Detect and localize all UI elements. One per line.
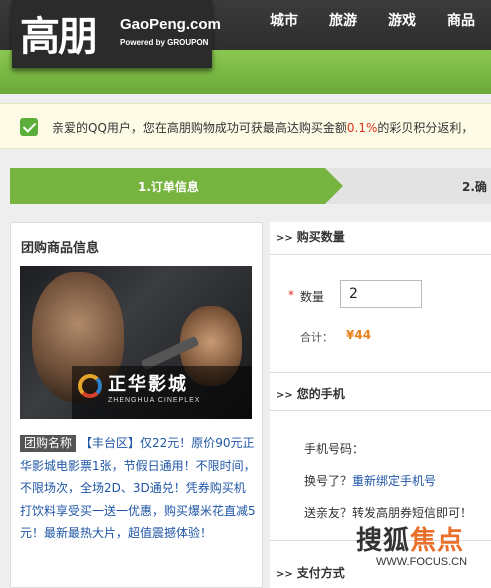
logo-english-text: GaoPeng.com bbox=[120, 16, 221, 33]
logo-chinese-text: 高朋 bbox=[20, 14, 98, 60]
watermark-sohu: 搜狐 bbox=[356, 526, 411, 556]
deal-name-tag: 团购名称 bbox=[20, 435, 77, 452]
nav-item-games[interactable]: 游戏 bbox=[388, 10, 447, 30]
main-nav: 城市 旅游 游戏 商品 bbox=[270, 10, 491, 30]
phone-number-label: 手机号码： bbox=[304, 442, 365, 456]
section-arrows: >> bbox=[276, 569, 293, 580]
divider bbox=[270, 372, 491, 373]
step-1-label: 1.订单信息 bbox=[138, 180, 199, 194]
step-arrow bbox=[325, 168, 343, 204]
divider bbox=[270, 410, 491, 411]
gift-hint: 送亲友？转发高朋券短信即可！ bbox=[304, 506, 473, 520]
deal-info-panel: 团购商品信息 正华影城 ZHENGHUA CINEPLEX 团购名称 【丰台区】仅… bbox=[10, 222, 263, 588]
section-arrows: >> bbox=[276, 390, 293, 401]
required-star: * bbox=[288, 288, 294, 302]
notice-text: 亲爱的QQ用户，您在高朋购物成功可获最高达购买金额0.1%的彩贝积分返利， bbox=[52, 119, 473, 136]
phone-section-label: 您的手机 bbox=[296, 387, 345, 401]
section-arrows: >> bbox=[276, 233, 293, 244]
divider bbox=[270, 254, 491, 255]
cinema-logo-icon bbox=[78, 374, 102, 398]
focus-watermark: 搜狐焦点 WWW.FOCUS.CN bbox=[356, 520, 488, 580]
nav-item-travel[interactable]: 旅游 bbox=[329, 10, 388, 30]
logo-powered-by: Powered by GROUPON bbox=[120, 38, 209, 47]
notice-text-after: 的彩贝积分返利， bbox=[377, 121, 474, 135]
total-label: 合计： bbox=[300, 331, 333, 344]
notice-text-before: 亲爱的QQ用户，您在高朋购物成功可获最高达购买金额 bbox=[52, 121, 347, 135]
movie-poster-image[interactable]: 正华影城 ZHENGHUA CINEPLEX bbox=[20, 266, 252, 419]
quantity-label: 数量 bbox=[300, 290, 325, 304]
quantity-input[interactable]: 2 bbox=[340, 280, 422, 308]
cinema-name-cn: 正华影城 bbox=[108, 374, 188, 395]
section-title-payment: >> 支付方式 bbox=[276, 564, 345, 581]
nav-item-goods[interactable]: 商品 bbox=[447, 10, 491, 30]
watermark-url: WWW.FOCUS.CN bbox=[376, 556, 468, 568]
rebind-prefix: 换号了？ bbox=[304, 474, 353, 488]
payment-section-label: 支付方式 bbox=[296, 566, 345, 580]
notice-percent: 0.1% bbox=[346, 121, 378, 135]
total-price: ¥44 bbox=[346, 328, 372, 342]
section-title-quantity: >> 购买数量 bbox=[276, 228, 345, 245]
step-2-label: 2.确 bbox=[462, 180, 487, 194]
quantity-section-label: 购买数量 bbox=[296, 230, 345, 244]
deal-info-title: 团购商品信息 bbox=[21, 241, 100, 256]
nav-item-city[interactable]: 城市 bbox=[270, 10, 329, 30]
section-title-phone: >> 您的手机 bbox=[276, 385, 345, 402]
cinema-name-en: ZHENGHUA CINEPLEX bbox=[108, 397, 201, 404]
rebind-phone-link[interactable]: 重新绑定手机号 bbox=[352, 474, 436, 488]
checkout-steps: 1.订单信息 2.确 bbox=[10, 168, 491, 204]
rebind-line: 换号了？重新绑定手机号 bbox=[304, 472, 436, 489]
deal-description: 团购名称 【丰台区】仅22元！原价90元正华影城电影票1张，节假日通用！不限时间，… bbox=[20, 432, 256, 545]
watermark-chinese: 搜狐焦点 bbox=[356, 520, 464, 557]
site-logo[interactable]: 高朋 GaoPeng.com Powered by GROUPON bbox=[12, 0, 221, 68]
qq-rebate-notice: 亲爱的QQ用户，您在高朋购物成功可获最高达购买金额0.1%的彩贝积分返利， bbox=[0, 103, 491, 149]
check-icon bbox=[20, 118, 38, 136]
watermark-focus: 焦点 bbox=[410, 526, 465, 556]
